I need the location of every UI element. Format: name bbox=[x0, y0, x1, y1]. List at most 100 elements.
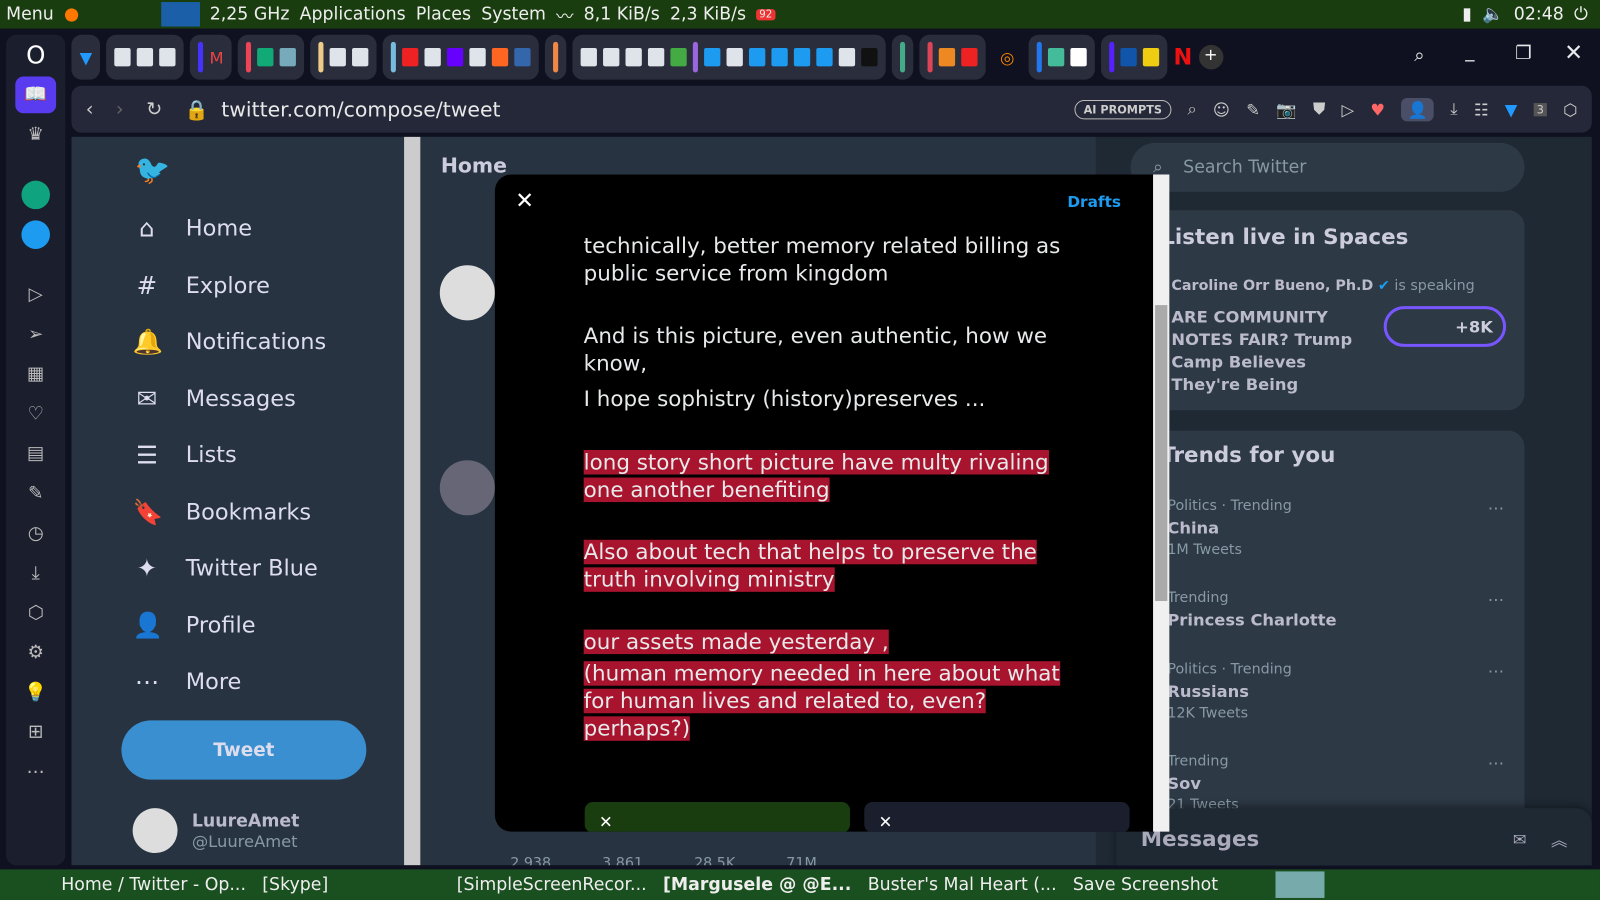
settings-sliders-icon[interactable]: ☷ bbox=[1474, 99, 1489, 118]
maximize-button[interactable]: ❐ bbox=[1515, 43, 1531, 64]
nav-messages[interactable]: ✉ Messages bbox=[133, 385, 296, 414]
edit-icon[interactable]: ✎ bbox=[6, 473, 65, 513]
apps-icon[interactable]: ▦ bbox=[6, 354, 65, 394]
profile-icon[interactable]: 👤 bbox=[1401, 97, 1434, 121]
tab-island[interactable] bbox=[1101, 34, 1168, 80]
nav-home[interactable]: ⌂ Home bbox=[133, 214, 252, 243]
search-input[interactable]: ⌕ Search Twitter bbox=[1130, 142, 1525, 192]
menu-button[interactable]: Menu bbox=[6, 4, 54, 24]
avatar[interactable] bbox=[439, 265, 495, 321]
reply-count[interactable]: 2,938 bbox=[510, 855, 551, 865]
avatar[interactable] bbox=[439, 460, 495, 516]
news-icon[interactable]: ▤ bbox=[6, 434, 65, 474]
url-field[interactable]: twitter.com/compose/tweet bbox=[221, 97, 500, 121]
nav-twitter-blue[interactable]: ✦ Twitter Blue bbox=[133, 554, 318, 583]
zoom-icon[interactable]: ⌕ bbox=[1187, 99, 1196, 119]
tab-island[interactable]: M bbox=[190, 34, 232, 80]
reload-button[interactable]: ↻ bbox=[146, 98, 162, 120]
tab-island[interactable] bbox=[572, 34, 886, 80]
system-menu[interactable]: System bbox=[481, 4, 546, 24]
battery-icon[interactable]: ▮ bbox=[1462, 4, 1472, 24]
spaces-card[interactable]: Listen live in Spaces Caroline Orr Bueno… bbox=[1130, 210, 1525, 411]
attached-image[interactable]: ✕ bbox=[584, 802, 850, 832]
drafts-button[interactable]: Drafts bbox=[1067, 193, 1121, 211]
tab-island[interactable] bbox=[919, 34, 986, 80]
more-icon[interactable]: ⋯ bbox=[6, 752, 65, 792]
firefox-icon[interactable]: ● bbox=[64, 4, 79, 24]
bulb-icon[interactable]: 💡 bbox=[6, 672, 65, 712]
settings-icon[interactable]: ⚙ bbox=[6, 633, 65, 673]
messages-drawer[interactable]: Messages ✉ ︽ bbox=[1116, 808, 1592, 866]
tab-island[interactable] bbox=[310, 34, 377, 80]
trend-item[interactable]: Politics · Trending China 1M Tweets ⋯ bbox=[1167, 498, 1504, 558]
reader-icon[interactable]: 📖 bbox=[6, 74, 65, 114]
emoji-icon[interactable]: ☺ bbox=[1213, 99, 1230, 118]
tweet-button[interactable]: Tweet bbox=[121, 720, 367, 780]
taskbar-item[interactable]: [Skype] bbox=[262, 874, 328, 894]
nav-more[interactable]: ⋯ More bbox=[133, 667, 242, 696]
taskbar-item[interactable]: [Margusele @ @E... bbox=[663, 874, 851, 894]
trend-more-icon[interactable]: ⋯ bbox=[1488, 661, 1504, 680]
download-icon[interactable]: ⤓ bbox=[6, 553, 65, 593]
netflix-tab-icon[interactable]: N bbox=[1174, 44, 1193, 70]
trend-item[interactable]: Politics · Trending Russians 12K Tweets ⋯ bbox=[1167, 661, 1504, 721]
dialog-scrollbar[interactable] bbox=[1153, 174, 1170, 832]
wifi-icon[interactable]: 〰 bbox=[556, 2, 573, 28]
retweet-count[interactable]: 3,861 bbox=[602, 855, 643, 865]
download-icon[interactable]: ⤓ bbox=[1450, 99, 1457, 119]
forward-button[interactable]: › bbox=[116, 98, 124, 120]
crown-icon[interactable]: ♛ bbox=[6, 114, 65, 154]
trend-item[interactable]: Trending Sov 21 Tweets ⋯ bbox=[1167, 753, 1504, 813]
trend-item[interactable]: Trending Princess Charlotte ⋯ bbox=[1167, 590, 1504, 634]
nav-profile[interactable]: 👤 Profile bbox=[133, 611, 256, 640]
tab-island[interactable] bbox=[545, 34, 567, 80]
vpn-icon[interactable]: ▼ bbox=[1505, 99, 1518, 118]
extension-badge[interactable]: 3 bbox=[1533, 102, 1547, 116]
account-switcher[interactable]: LuureAmet@LuureAmet ⋯ bbox=[132, 808, 432, 854]
tab-island[interactable]: ▼ bbox=[71, 34, 101, 80]
close-dialog-button[interactable]: ✕ bbox=[515, 189, 534, 215]
telegram-badge[interactable]: 92 bbox=[756, 8, 776, 20]
cube-icon[interactable]: ⬡ bbox=[1563, 99, 1577, 118]
heart-icon[interactable]: ♥ bbox=[1370, 99, 1385, 118]
volume-icon[interactable]: 🔈 bbox=[1482, 4, 1504, 24]
taskbar-item[interactable]: Buster's Mal Heart (... bbox=[868, 874, 1057, 894]
nav-notifications[interactable]: 🔔 Notifications bbox=[133, 328, 327, 357]
send-icon[interactable]: ➢ bbox=[6, 314, 65, 354]
player-icon[interactable]: ▷ bbox=[6, 274, 65, 314]
close-window-button[interactable]: ✕ bbox=[1564, 41, 1583, 67]
shield-icon[interactable]: ⛊ bbox=[1313, 99, 1325, 119]
ai-prompts-button[interactable]: AI PROMPTS bbox=[1074, 99, 1172, 119]
edit-icon[interactable]: ✎ bbox=[1246, 99, 1260, 118]
chatgpt-icon[interactable] bbox=[6, 174, 65, 214]
places-menu[interactable]: Places bbox=[416, 4, 471, 24]
view-count[interactable]: 71M bbox=[786, 855, 817, 865]
tab-island[interactable]: ◎ bbox=[992, 35, 1023, 80]
add-panel-icon[interactable]: ⊞ bbox=[6, 712, 65, 752]
like-count[interactable]: 28.5K bbox=[694, 855, 735, 865]
opera-logo-icon[interactable]: O bbox=[6, 35, 65, 75]
cube-icon[interactable]: ⬡ bbox=[6, 593, 65, 633]
heart-icon[interactable]: ♡ bbox=[6, 394, 65, 434]
new-message-icon[interactable]: ✉ bbox=[1513, 829, 1527, 848]
attached-image[interactable]: ✕ bbox=[864, 802, 1130, 832]
tab-island[interactable] bbox=[382, 34, 539, 80]
send-icon[interactable]: ▷ bbox=[1342, 99, 1355, 118]
twitter-icon[interactable] bbox=[6, 214, 65, 254]
trend-more-icon[interactable]: ⋯ bbox=[1488, 753, 1504, 772]
twitter-logo-icon[interactable]: 🐦 bbox=[135, 153, 171, 187]
remove-image-icon[interactable]: ✕ bbox=[599, 812, 613, 831]
remove-image-icon[interactable]: ✕ bbox=[879, 812, 893, 831]
taskbar-item[interactable]: Home / Twitter - Op... bbox=[61, 874, 246, 894]
power-icon[interactable]: ⏻ bbox=[1574, 4, 1600, 24]
nav-scrollbar[interactable] bbox=[404, 136, 421, 866]
listeners-pill[interactable]: +8K bbox=[1383, 306, 1507, 347]
minimize-button[interactable]: _ bbox=[1465, 41, 1474, 62]
taskbar-item[interactable]: Save Screenshot bbox=[1073, 874, 1218, 894]
nav-explore[interactable]: # Explore bbox=[133, 271, 270, 300]
search-tabs-icon[interactable]: ⌕ bbox=[1414, 45, 1424, 66]
tab-island[interactable] bbox=[1028, 34, 1095, 80]
tab-island[interactable] bbox=[106, 34, 184, 80]
collapse-icon[interactable]: ︽ bbox=[1551, 827, 1567, 851]
new-tab-button[interactable]: + bbox=[1198, 44, 1223, 70]
